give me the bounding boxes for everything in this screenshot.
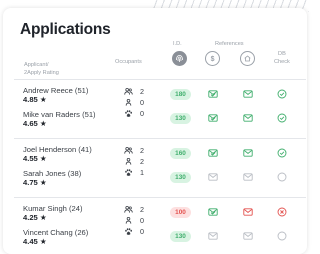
occupants-children-count: 2	[140, 157, 144, 166]
reference-mail-icon[interactable]	[243, 231, 253, 241]
reference-mail-icon[interactable]	[208, 113, 218, 123]
header-divider	[14, 79, 306, 80]
column-header-id: I.D.	[173, 41, 182, 47]
id-score-badge: 160	[170, 148, 191, 159]
db-check-status-icon	[277, 207, 287, 217]
column-header-applicant-label: Applicant/ 2Apply Rating	[24, 62, 59, 76]
column-header-occupants: Occupants	[115, 59, 142, 65]
occupants-adults-count: 2	[140, 146, 144, 155]
column-header-references: References	[215, 41, 244, 47]
reference-mail-icon[interactable]	[208, 148, 218, 158]
applicant-name[interactable]: Vincent Chang (26)	[23, 228, 88, 237]
reference-mail-icon[interactable]	[243, 148, 253, 158]
applicant-rating: 4.75 ★	[23, 178, 47, 187]
occupants-pets-count: 0	[140, 109, 144, 118]
paw-icon	[124, 164, 133, 182]
occupants-pets: 1	[124, 167, 150, 178]
reference-mail-icon[interactable]	[243, 172, 253, 182]
reference-mail-icon[interactable]	[243, 113, 253, 123]
home-icon	[240, 51, 255, 66]
db-check-status-icon	[277, 113, 287, 123]
occupants-summary: 2 2 1	[124, 145, 150, 178]
applicant-rating: 4.25 ★	[23, 213, 47, 222]
occupants-summary: 2 0 0	[124, 86, 150, 119]
reference-mail-icon[interactable]	[208, 231, 218, 241]
applicant-rating: 4.45 ★	[23, 237, 47, 246]
id-score-badge: 180	[170, 89, 191, 100]
occupants-children-count: 0	[140, 98, 144, 107]
occupants-pets: 0	[124, 108, 150, 119]
group-divider	[14, 197, 306, 198]
applicant-rating: 4.85 ★	[23, 95, 47, 104]
applicant-entry[interactable]: Vincent Chang (26) 4.45 ★	[23, 228, 88, 246]
db-check-status-icon	[277, 172, 287, 182]
applicant-name[interactable]: Andrew Reece (51)	[23, 86, 88, 95]
applicant-name[interactable]: Sarah Jones (38)	[23, 169, 81, 178]
db-check-status-icon	[277, 89, 287, 99]
applicant-name[interactable]: Joel Henderson (41)	[23, 145, 92, 154]
db-check-status-icon	[277, 148, 287, 158]
applicant-entry[interactable]: Joel Henderson (41) 4.55 ★	[23, 145, 92, 163]
paw-icon	[124, 223, 133, 241]
occupants-pets: 0	[124, 226, 150, 237]
group-divider	[14, 138, 306, 139]
paw-icon	[124, 105, 133, 123]
occupants-pets-count: 1	[140, 168, 144, 177]
id-score-badge: 100	[170, 207, 191, 218]
dollar-icon: $	[205, 51, 220, 66]
applicant-entry[interactable]: Andrew Reece (51) 4.85 ★	[23, 86, 88, 104]
applicant-entry[interactable]: Mike van Raders (51) 4.65 ★	[23, 110, 96, 128]
db-check-status-icon	[277, 231, 287, 241]
applicant-entry[interactable]: Kumar Singh (24) 4.25 ★	[23, 204, 83, 222]
reference-mail-icon[interactable]	[208, 89, 218, 99]
applicant-entry[interactable]: Sarah Jones (38) 4.75 ★	[23, 169, 81, 187]
reference-mail-icon[interactable]	[243, 89, 253, 99]
occupants-children-count: 0	[140, 216, 144, 225]
applicant-name[interactable]: Mike van Raders (51)	[23, 110, 96, 119]
occupants-summary: 2 0 0	[124, 204, 150, 237]
reference-mail-icon[interactable]	[208, 172, 218, 182]
page-title: Applications	[20, 21, 111, 38]
applicant-rating: 4.65 ★	[23, 119, 47, 128]
id-score-badge: 130	[170, 231, 191, 242]
id-score-badge: 130	[170, 113, 191, 124]
occupants-adults-count: 2	[140, 205, 144, 214]
fingerprint-icon	[172, 51, 187, 66]
applicant-rating: 4.55 ★	[23, 154, 47, 163]
id-score-badge: 130	[170, 172, 191, 183]
reference-mail-icon[interactable]	[243, 207, 253, 217]
occupants-pets-count: 0	[140, 227, 144, 236]
applicant-name[interactable]: Kumar Singh (24)	[23, 204, 83, 213]
column-header-applicant: Applicant/ 2Apply Rating	[24, 61, 59, 77]
reference-mail-icon[interactable]	[208, 207, 218, 217]
svg-text:$: $	[211, 56, 215, 63]
occupants-adults-count: 2	[140, 87, 144, 96]
column-header-db-check: DB Check	[274, 51, 290, 65]
